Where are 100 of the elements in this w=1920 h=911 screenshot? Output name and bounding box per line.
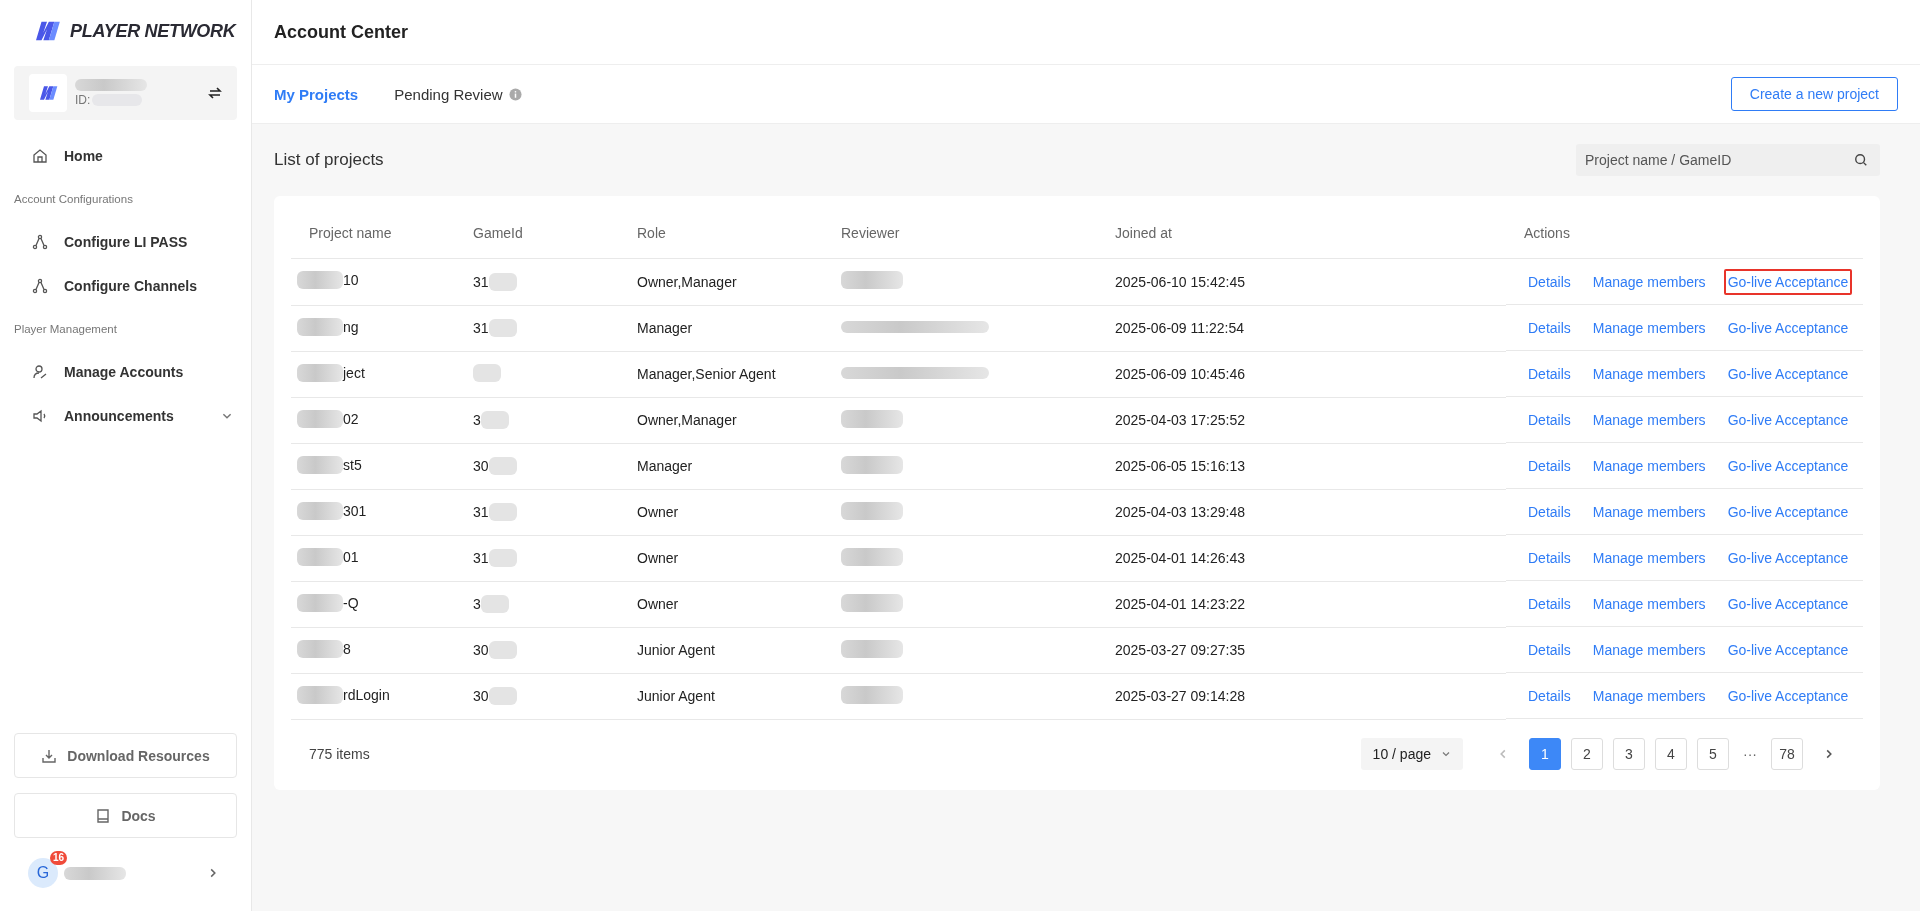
action-link[interactable]: Go-live Acceptance [1723,406,1853,433]
column-header: Reviewer [841,225,900,241]
search-icon[interactable] [1854,153,1868,167]
redacted-blur [488,272,517,291]
action-link[interactable]: Manage members [1588,360,1710,387]
action-link[interactable]: Details [1524,360,1575,387]
page-button[interactable]: 3 [1613,737,1645,770]
action-link[interactable]: Details [1524,636,1575,663]
action-link[interactable]: Manage members [1588,544,1710,571]
download-button[interactable]: Download Resources [14,733,237,778]
redacted-blur [297,317,343,336]
page-button[interactable]: 1 [1529,737,1561,770]
role-text: Manager [637,458,693,474]
action-link[interactable]: Manage members [1588,406,1710,433]
action-link[interactable]: Go-live Acceptance [1723,360,1853,387]
action-link[interactable]: Manage members [1588,314,1710,341]
action-link[interactable]: Details [1524,544,1575,571]
action-link[interactable]: Go-live Acceptance [1723,452,1853,479]
tab[interactable]: My Projects [274,85,359,103]
docs-button[interactable]: Docs [14,793,237,838]
action-link[interactable]: Details [1524,590,1575,617]
search-field[interactable]: Project name / GameID [1576,144,1880,176]
action-link[interactable]: Details [1524,682,1575,709]
action-link[interactable]: Details [1524,268,1575,295]
download-icon [41,747,58,764]
redacted-blur [64,866,126,880]
redacted-blur [473,363,501,382]
joined-date: 2025-06-05 15:16:13 [1115,458,1245,474]
home-icon [32,148,48,164]
redacted-blur [488,319,517,337]
project-logo-icon [29,74,67,112]
book-icon [95,807,112,824]
nav-item[interactable]: Announcements [0,394,251,438]
project-name: st5 [343,456,362,473]
action-link[interactable]: Go-live Acceptance [1723,498,1853,525]
action-link[interactable]: Manage members [1588,590,1710,617]
role-text: Manager [637,320,693,336]
speaker-icon [32,408,48,424]
joined-date: 2025-03-27 09:14:28 [1115,688,1245,704]
joined-date: 2025-06-10 15:42:45 [1115,273,1245,290]
create-project-button[interactable]: Create a new project [1730,77,1898,111]
action-link[interactable]: Manage members [1588,452,1710,479]
action-link[interactable]: Manage members [1588,268,1710,295]
nav-item[interactable]: Configure LI PASS [0,220,251,264]
column-header: Role [637,225,666,241]
role-text: Owner,Manager [637,412,737,428]
action-link[interactable]: Details [1524,314,1575,341]
page-button[interactable]: 78 [1771,737,1803,770]
redacted-blur [297,271,343,290]
page-size-select[interactable]: 10 / page [1360,737,1463,770]
action-link[interactable]: Details [1524,498,1575,525]
tab[interactable]: Pending Review [394,85,522,103]
action-link[interactable]: Details [1524,452,1575,479]
column-header: Actions [1524,225,1570,241]
action-link[interactable]: Go-live Acceptance [1723,590,1853,617]
action-link[interactable]: Go-live Acceptance [1723,314,1853,341]
action-link[interactable]: Manage members [1588,498,1710,525]
action-link[interactable]: Go-live Acceptance [1723,636,1853,663]
redacted-blur [297,501,343,520]
project-name: 10 [343,272,359,289]
role-text: Junior Agent [637,688,715,704]
page-button[interactable]: 2 [1571,737,1603,770]
action-link[interactable]: Go-live Acceptance [1723,544,1853,571]
redacted-blur [841,639,903,658]
action-link[interactable]: Manage members [1588,682,1710,709]
action-link[interactable]: Details [1524,406,1575,433]
game-id: 31 [473,504,489,520]
action-link[interactable]: Go-live Acceptance [1723,268,1853,295]
redacted-blur [841,685,903,704]
role-text: Owner [637,550,679,566]
user-icon [32,364,48,380]
nav-item[interactable]: Home [0,134,251,178]
redacted-blur [841,547,903,566]
redacted-blur [480,411,509,429]
project-name: 8 [343,640,351,657]
game-id: 30 [473,458,489,474]
joined-date: 2025-04-03 17:25:52 [1115,412,1245,428]
page-ellipsis[interactable]: ··· [1739,745,1761,762]
role-text: Owner [637,504,679,520]
game-id: 30 [473,642,489,658]
column-header: GameId [473,225,523,241]
project-name: 01 [343,548,359,565]
nav-item[interactable]: Manage Accounts [0,350,251,394]
account-card[interactable]: ID: [14,66,237,120]
joined-date: 2025-06-09 11:22:54 [1115,320,1244,336]
action-link[interactable]: Go-live Acceptance [1723,682,1853,709]
page-button[interactable]: 5 [1697,737,1729,770]
game-id: 31 [473,273,489,290]
switch-icon[interactable] [207,85,223,101]
nav-section-label: Account Configurations [13,192,134,207]
redacted-blur [488,641,517,659]
redacted-blur [297,363,343,382]
redacted-blur [297,547,343,566]
action-link[interactable]: Manage members [1588,636,1710,663]
page-button[interactable]: 4 [1655,737,1687,770]
redacted-blur [488,457,517,475]
redacted-blur [75,79,147,91]
redacted-blur [841,455,903,474]
column-header: Joined at [1115,225,1172,241]
nav-item[interactable]: Configure Channels [0,264,251,308]
